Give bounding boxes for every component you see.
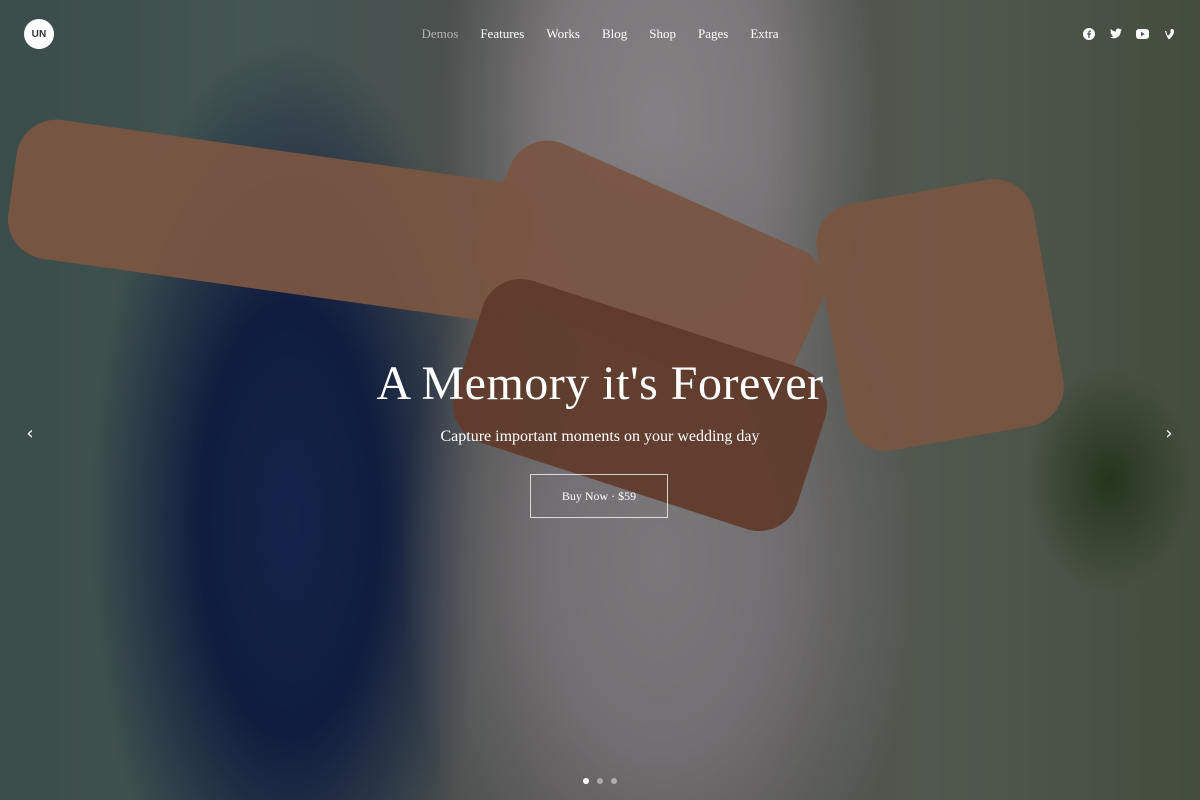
main-nav: Demos Features Works Blog Shop Pages Ext…: [0, 26, 1200, 42]
buy-now-button[interactable]: Buy Now · $59: [530, 474, 668, 518]
nav-item-shop[interactable]: Shop: [649, 26, 676, 42]
slider-dot-2[interactable]: [597, 778, 603, 784]
slider-pagination: [0, 778, 1200, 784]
social-links: [1082, 27, 1176, 40]
vine-icon[interactable]: [1163, 27, 1176, 40]
slide-subtitle: Capture important moments on your weddin…: [440, 428, 760, 445]
nav-item-features[interactable]: Features: [480, 26, 524, 42]
nav-item-pages[interactable]: Pages: [698, 26, 728, 42]
youtube-icon[interactable]: [1136, 27, 1149, 40]
twitter-icon[interactable]: [1109, 27, 1122, 40]
hero-slider: UN Demos Features Works Blog Shop Pages …: [0, 0, 1200, 800]
slide-title: A Memory it's Forever: [376, 357, 824, 410]
nav-item-blog[interactable]: Blog: [602, 26, 627, 42]
nav-item-demos[interactable]: Demos: [421, 26, 458, 42]
nav-item-works[interactable]: Works: [546, 26, 580, 42]
facebook-icon[interactable]: [1082, 27, 1095, 40]
slider-dot-3[interactable]: [611, 778, 617, 784]
slider-dot-1[interactable]: [583, 778, 589, 784]
nav-item-extra[interactable]: Extra: [750, 26, 778, 42]
